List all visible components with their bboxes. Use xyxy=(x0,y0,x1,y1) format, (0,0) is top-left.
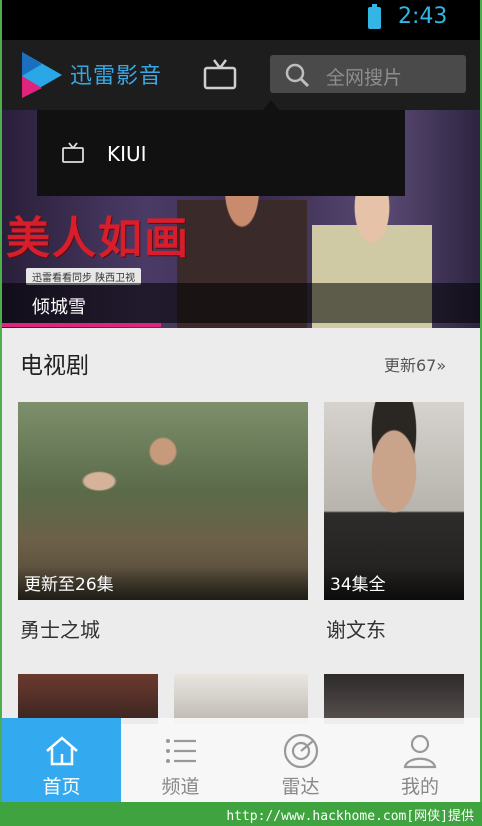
app-title: 迅雷影音 xyxy=(70,64,163,89)
nav-item-radar[interactable]: 雷达 xyxy=(241,718,360,802)
card-thumbnail xyxy=(18,674,158,724)
radar-icon xyxy=(283,733,319,769)
search-input[interactable]: 全网搜片 xyxy=(270,55,466,93)
tv-popup-menu: KIUI xyxy=(37,110,405,196)
tv-icon xyxy=(62,142,84,163)
card-badge: 更新至26集 xyxy=(24,575,114,595)
card-title[interactable]: 谢文东 xyxy=(326,614,386,643)
video-card[interactable] xyxy=(174,674,308,724)
card-title[interactable]: 勇士之城 xyxy=(20,614,100,643)
nav-item-home[interactable]: 首页 xyxy=(2,718,121,802)
nav-label: 我的 xyxy=(400,776,439,798)
video-card[interactable]: 更新至26集 xyxy=(18,402,308,600)
banner-calligraphy: 美人如画 xyxy=(6,213,190,264)
banner-caption: 倾城雪 xyxy=(32,297,86,318)
nav-item-mine[interactable]: 我的 xyxy=(360,718,480,802)
search-placeholder: 全网搜片 xyxy=(326,67,403,89)
popup-arrow xyxy=(263,100,279,110)
watermark-text: http://www.hackhome.com[网侠]提供 xyxy=(226,809,474,824)
video-card[interactable]: 34集全 xyxy=(324,402,464,600)
tv-icon[interactable] xyxy=(202,58,238,92)
video-card[interactable] xyxy=(324,674,464,724)
nav-item-channel[interactable]: 频道 xyxy=(121,718,240,802)
card-badge: 34集全 xyxy=(330,575,386,595)
section-title: 电视剧 xyxy=(20,353,89,379)
user-icon xyxy=(403,734,437,769)
card-thumbnail xyxy=(174,674,308,724)
bottom-nav: 首页 频道 雷达 我的 xyxy=(2,718,480,802)
app-logo-icon[interactable] xyxy=(20,50,64,100)
nav-label: 首页 xyxy=(42,776,81,798)
popup-item-kiui[interactable]: KIUI xyxy=(107,142,147,166)
status-bar: 2:43 xyxy=(2,0,480,40)
banner-progress-indicator xyxy=(2,323,161,327)
watermark-bar: http://www.hackhome.com[网侠]提供 xyxy=(0,802,482,826)
app-screen: 2:43 迅雷影音 全网搜片 美人如画 迅雷看看同步 陕西卫视 倾城雪 KIUI… xyxy=(2,0,480,802)
section-more-link[interactable]: 更新67» xyxy=(384,352,446,376)
status-clock: 2:43 xyxy=(398,4,448,29)
search-icon xyxy=(285,63,310,88)
video-card[interactable] xyxy=(18,674,158,724)
nav-label: 频道 xyxy=(161,776,200,798)
battery-icon xyxy=(368,4,381,29)
app-header: 迅雷影音 全网搜片 xyxy=(2,40,480,110)
nav-label: 雷达 xyxy=(281,776,320,798)
list-icon xyxy=(166,739,196,763)
home-icon xyxy=(46,736,78,766)
card-thumbnail xyxy=(324,674,464,724)
